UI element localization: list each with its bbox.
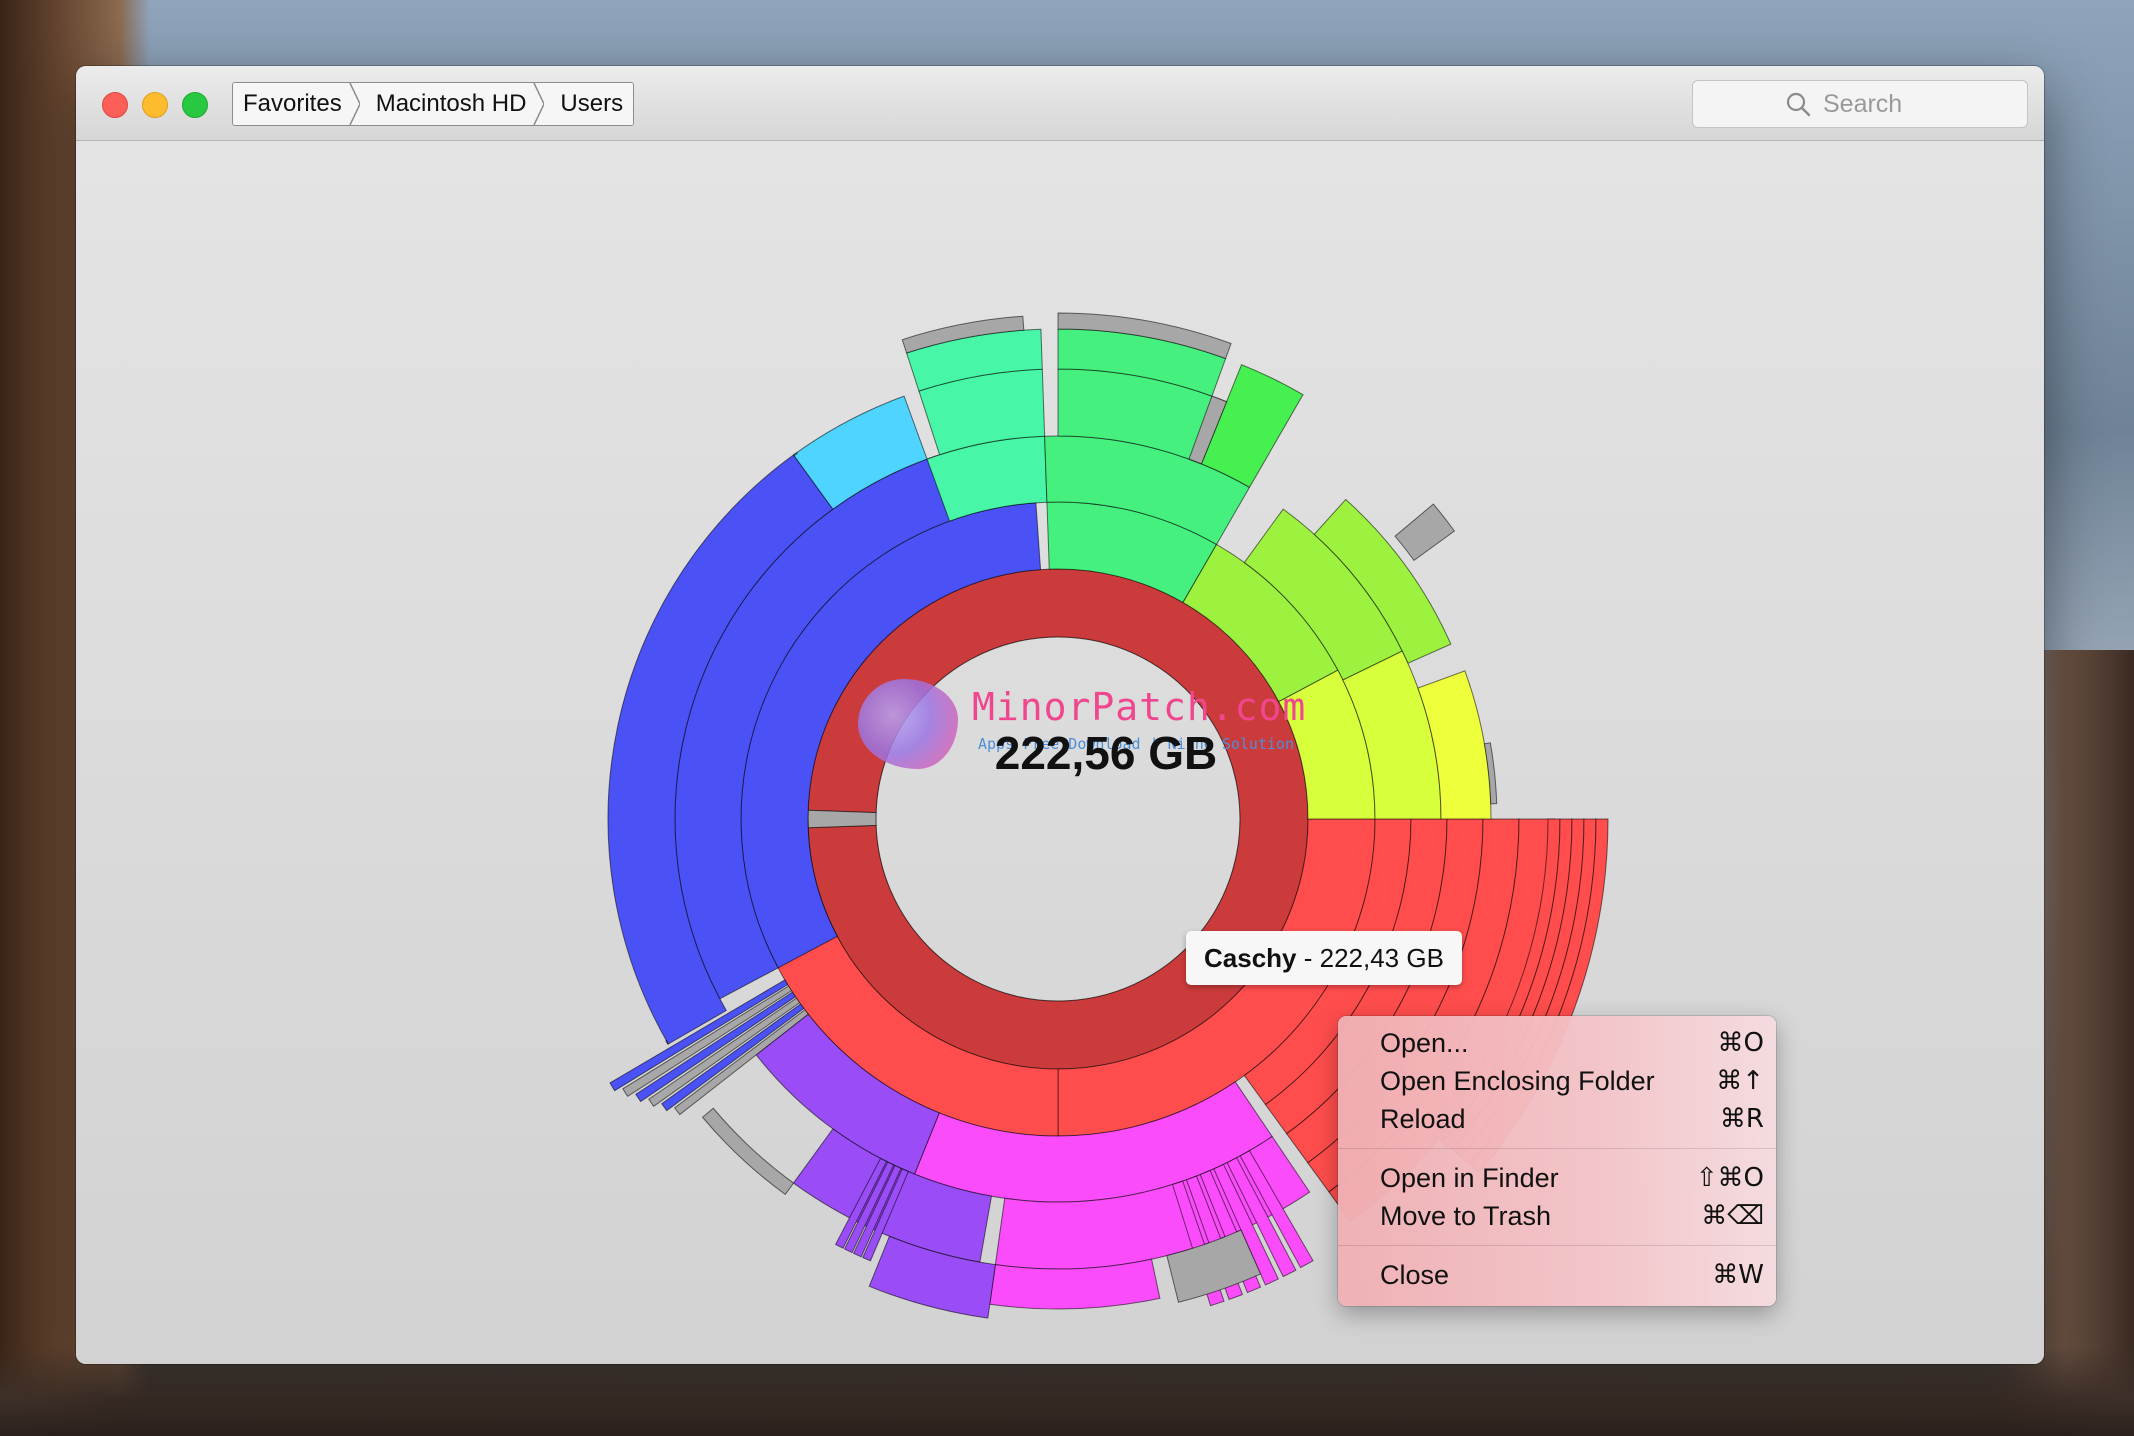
sunburst-segment[interactable] (1394, 503, 1456, 562)
search-icon (1786, 92, 1811, 117)
sunburst-segment-caschy[interactable] (807, 568, 1309, 1070)
menu-separator (1338, 1148, 1776, 1149)
tooltip-name: Caschy (1204, 943, 1297, 973)
breadcrumb-item-macintosh-hd[interactable]: Macintosh HD (359, 83, 546, 125)
watermark-title: MinorPatch.com (972, 685, 1307, 729)
breadcrumb: Favorites Macintosh HD Users (232, 82, 635, 126)
menu-item-shortcut: ⌘↑ (1716, 1066, 1764, 1096)
title-bar: Favorites Macintosh HD Users (76, 66, 2044, 141)
sunburst-view[interactable]: MinorPatch.com Apps Free Download | Nich… (76, 141, 2044, 1364)
breadcrumb-item-users[interactable]: Users (544, 83, 634, 125)
breadcrumb-label: Macintosh HD (375, 90, 527, 117)
app-window: Favorites Macintosh HD Users MinorPatch.… (76, 66, 2044, 1364)
breadcrumb-label: Favorites (243, 90, 342, 117)
menu-item-label: Open... (1380, 1027, 1469, 1058)
breadcrumb-item-favorites[interactable]: Favorites (233, 83, 361, 125)
close-window-button[interactable] (102, 92, 128, 118)
menu-item[interactable]: Close ⌘W (1338, 1256, 1776, 1294)
breadcrumb-label: Users (560, 90, 624, 117)
minimize-window-button[interactable] (142, 92, 168, 118)
menu-item-shortcut: ⌘O (1717, 1028, 1764, 1058)
menu-item[interactable]: Open... ⌘O (1338, 1024, 1776, 1062)
menu-item-label: Close (1380, 1259, 1450, 1290)
menu-item-label: Move to Trash (1380, 1200, 1552, 1231)
menu-item-shortcut: ⌘⌫ (1701, 1201, 1764, 1231)
menu-item-shortcut: ⌘R (1719, 1104, 1764, 1134)
search-field[interactable] (1692, 80, 2028, 128)
watermark-logo-icon (858, 679, 958, 769)
segment-tooltip: Caschy - 222,43 GB (1186, 931, 1462, 985)
menu-item[interactable]: Open Enclosing Folder ⌘↑ (1338, 1062, 1776, 1100)
total-size-label: 222,56 GB (994, 727, 1218, 779)
sunburst-segment[interactable] (807, 809, 877, 829)
tooltip-size: - 222,43 GB (1303, 943, 1444, 973)
menu-item-shortcut: ⌘W (1712, 1260, 1764, 1290)
menu-separator (1338, 1245, 1776, 1246)
zoom-window-button[interactable] (182, 92, 208, 118)
menu-item[interactable]: Open in Finder ⇧⌘O (1338, 1159, 1776, 1197)
menu-item-shortcut: ⇧⌘O (1695, 1163, 1764, 1193)
search-input[interactable] (1821, 88, 1935, 120)
menu-item-label: Reload (1380, 1103, 1466, 1134)
menu-item-label: Open Enclosing Folder (1380, 1065, 1655, 1096)
context-menu: Open... ⌘O Open Enclosing Folder ⌘↑ Reload ⌘R… (1338, 1016, 1776, 1306)
sunburst-segment[interactable] (701, 1107, 795, 1196)
menu-item-label: Open in Finder (1380, 1162, 1559, 1193)
menu-item[interactable]: Reload ⌘R (1338, 1100, 1776, 1138)
menu-item[interactable]: Move to Trash ⌘⌫ (1338, 1197, 1776, 1235)
